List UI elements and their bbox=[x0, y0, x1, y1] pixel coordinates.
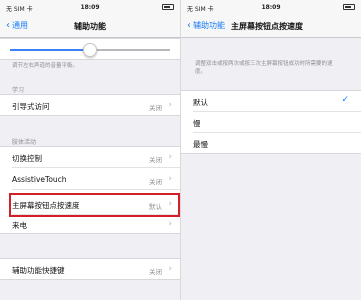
clock: 18:09 bbox=[261, 4, 281, 11]
switch-control-row[interactable]: 切换控制 关闭 › bbox=[0, 147, 180, 168]
chevron-left-icon: ‹ bbox=[187, 20, 191, 31]
nav-bar: ‹ 辅助功能 主屏幕按钮点按速度 bbox=[181, 14, 361, 38]
battery-icon bbox=[343, 4, 355, 10]
back-label: 辅助功能 bbox=[193, 21, 225, 30]
checkmark-icon: ✓ bbox=[341, 95, 349, 105]
row-value: 关闭 bbox=[149, 156, 162, 164]
status-bar: 无 SIM 卡 18:09 bbox=[0, 0, 180, 14]
balance-slider-card bbox=[0, 38, 180, 60]
chevron-right-icon: › bbox=[168, 100, 172, 110]
speed-description: 调整双击或按两次或按三次主屏幕按钮成功时所需要的速度。 bbox=[195, 61, 333, 75]
row-separator bbox=[12, 167, 180, 168]
row-label: 辅助功能快捷键 bbox=[12, 266, 65, 275]
accessibility-screen: 无 SIM 卡 18:09 ‹ 通用 辅助功能 调节左右声道的音量平衡。 学习 引… bbox=[0, 0, 180, 300]
back-button[interactable]: ‹ 辅助功能 bbox=[187, 20, 225, 31]
balance-slider-knob[interactable] bbox=[83, 43, 97, 57]
section-header-interaction: 肢体活动 bbox=[12, 139, 37, 146]
row-label: AssistiveTouch bbox=[12, 175, 67, 184]
guided-access-row[interactable]: 引导式访问 关闭 › bbox=[0, 95, 180, 116]
row-label: 引导式访问 bbox=[12, 102, 50, 111]
option-default-row[interactable]: 默认 ✓ bbox=[181, 91, 361, 112]
accessibility-shortcut-row[interactable]: 辅助功能快捷键 关闭 › bbox=[0, 259, 180, 280]
clock: 18:09 bbox=[80, 4, 100, 11]
row-value: 关闭 bbox=[149, 104, 162, 112]
incoming-call-row[interactable]: 来电 › bbox=[0, 214, 180, 235]
option-slowest-row[interactable]: 最慢 bbox=[181, 133, 361, 154]
row-value: 关闭 bbox=[149, 268, 162, 276]
page-title: 主屏幕按钮点按速度 bbox=[231, 22, 303, 31]
chevron-right-icon: › bbox=[168, 152, 172, 162]
option-slow-row[interactable]: 慢 bbox=[181, 112, 361, 133]
slider-note: 调节左右声道的音量平衡。 bbox=[12, 63, 79, 69]
chevron-right-icon: › bbox=[168, 264, 172, 274]
option-label: 默认 bbox=[193, 98, 208, 107]
interaction-group: 切换控制 关闭 › AssistiveTouch 关闭 › 主屏幕按钮点按速度 … bbox=[0, 146, 180, 234]
row-label: 切换控制 bbox=[12, 154, 42, 163]
nav-bar: ‹ 通用 辅助功能 bbox=[0, 14, 180, 38]
slider-fill bbox=[10, 49, 90, 51]
chevron-right-icon: › bbox=[168, 219, 172, 229]
chevron-right-icon: › bbox=[168, 174, 172, 184]
row-value: 关闭 bbox=[149, 178, 162, 186]
battery-icon bbox=[162, 4, 174, 10]
option-label: 慢 bbox=[193, 119, 201, 128]
status-bar: 无 SIM 卡 18:09 bbox=[181, 0, 361, 14]
speed-options-group: 默认 ✓ 慢 最慢 bbox=[181, 90, 361, 154]
option-label: 最慢 bbox=[193, 140, 208, 149]
section-header-learning: 学习 bbox=[12, 87, 25, 94]
row-label: 来电 bbox=[12, 221, 27, 230]
home-click-speed-screen: 无 SIM 卡 18:09 ‹ 辅助功能 主屏幕按钮点按速度 调整双击或按两次或按… bbox=[181, 0, 361, 300]
highlight-box bbox=[9, 193, 180, 217]
page-title: 辅助功能 bbox=[74, 22, 106, 31]
learning-group: 引导式访问 关闭 › bbox=[0, 94, 180, 116]
shortcut-group: 辅助功能快捷键 关闭 › bbox=[0, 258, 180, 280]
row-separator bbox=[12, 189, 180, 190]
assistive-touch-row[interactable]: AssistiveTouch 关闭 › bbox=[0, 169, 180, 190]
